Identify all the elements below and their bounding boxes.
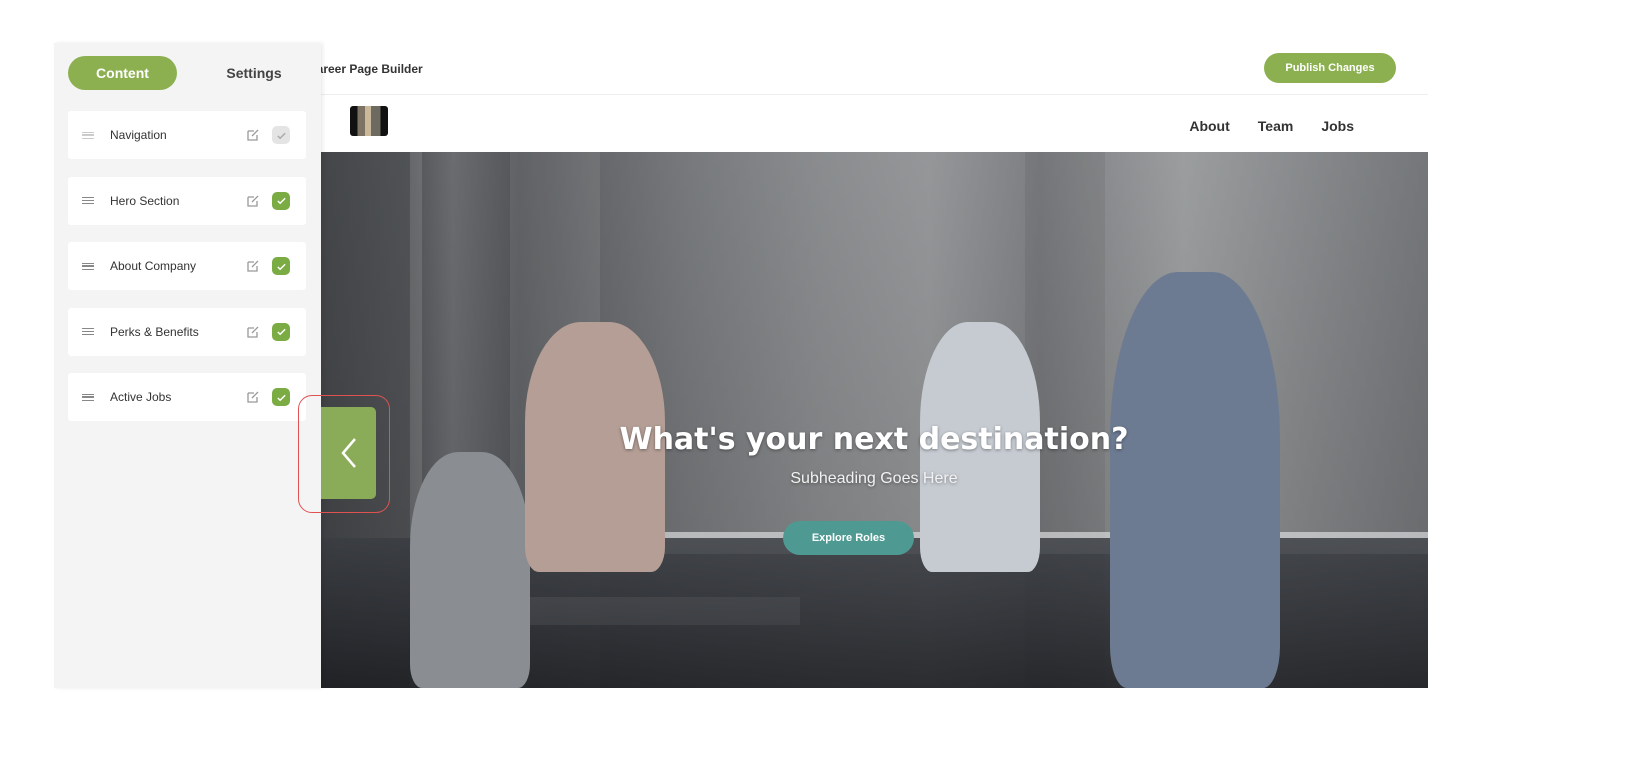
edit-icon[interactable] [246,325,260,339]
page-preview: About Team Jobs What's your next destina… [320,96,1428,688]
sidebar-panel: Content Settings Navigation Hero Section… [54,43,321,688]
nav-link-team[interactable]: Team [1258,118,1294,134]
drag-handle-icon[interactable] [82,393,94,401]
check-icon [276,263,286,270]
visibility-checkbox[interactable] [272,257,290,275]
drag-handle-icon[interactable] [82,131,94,139]
edit-icon[interactable] [246,259,260,273]
edit-icon[interactable] [246,390,260,404]
edit-icon[interactable] [246,128,260,142]
section-item-active-jobs[interactable]: Active Jobs [68,373,306,421]
visibility-checkbox[interactable] [272,126,290,144]
section-item-navigation[interactable]: Navigation [68,111,306,159]
section-list: Navigation Hero Section About Company Pe… [68,111,306,439]
check-icon [276,197,286,205]
hero-subheading[interactable]: Subheading Goes Here [320,470,1428,488]
section-label: Hero Section [110,193,180,208]
check-icon [276,394,286,401]
visibility-checkbox[interactable] [272,191,290,210]
section-label: Active Jobs [110,390,172,404]
section-item-about-company[interactable]: About Company [68,242,306,290]
section-label: About Company [110,259,197,273]
hero-section: What's your next destination? Subheading… [320,152,1428,688]
check-icon [276,328,286,336]
section-item-hero[interactable]: Hero Section [68,176,306,225]
edit-icon[interactable] [246,194,260,208]
section-label: Navigation [110,128,167,142]
section-item-perks-benefits[interactable]: Perks & Benefits [68,307,306,356]
nav-link-about[interactable]: About [1189,118,1229,134]
drag-handle-icon[interactable] [82,262,94,270]
visibility-checkbox[interactable] [272,322,290,341]
drag-handle-icon[interactable] [82,197,94,204]
visibility-checkbox[interactable] [272,388,290,406]
drag-handle-icon[interactable] [82,328,94,335]
collapse-sidebar-button[interactable] [321,407,376,499]
hero-title[interactable]: What's your next destination? [320,422,1428,457]
publish-changes-button[interactable]: Publish Changes [1264,53,1396,83]
site-nav-links: About Team Jobs [1189,118,1354,134]
section-label: Perks & Benefits [110,324,199,339]
tab-content[interactable]: Content [68,56,177,90]
check-icon [276,132,286,139]
chevron-left-icon [340,438,356,468]
explore-roles-button[interactable]: Explore Roles [783,521,914,555]
nav-link-jobs[interactable]: Jobs [1321,118,1354,134]
tab-settings[interactable]: Settings [214,56,294,90]
app-title: Career Page Builder [308,62,423,76]
site-logo[interactable] [350,106,388,136]
site-navigation: About Team Jobs [320,96,1428,152]
